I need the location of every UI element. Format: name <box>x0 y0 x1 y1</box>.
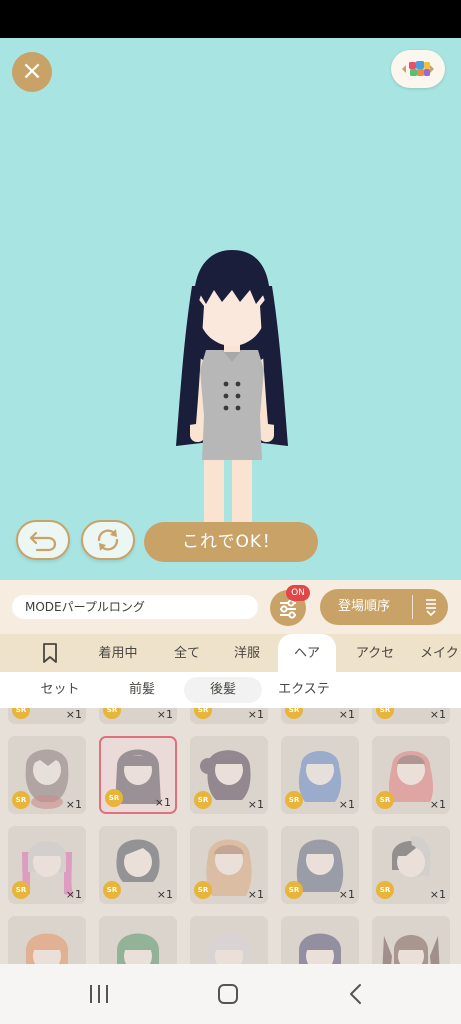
item-card[interactable]: SR ×1 <box>190 708 268 724</box>
item-card[interactable] <box>190 916 268 964</box>
item-quantity: ×1 <box>338 888 355 901</box>
undo-button[interactable] <box>16 520 70 560</box>
item-card[interactable]: SR ×1 <box>99 826 177 904</box>
item-quantity: ×1 <box>429 708 446 721</box>
tab-all[interactable]: 全て <box>160 634 214 672</box>
item-quantity: ×1 <box>338 708 355 721</box>
item-card[interactable] <box>281 916 359 964</box>
item-quantity: ×1 <box>156 888 173 901</box>
category-tabs: 着用中 全て 洋服 ヘア アクセ メイク <box>0 634 461 672</box>
tab-hair[interactable]: ヘア <box>278 634 336 672</box>
home-icon[interactable] <box>216 982 240 1006</box>
reset-button[interactable] <box>81 520 135 560</box>
subtab-extensions[interactable]: エクステ <box>266 677 342 703</box>
subtab-front-hair[interactable]: 前髪 <box>108 677 176 703</box>
avatar-character <box>176 250 288 551</box>
card-dim-overlay <box>281 916 359 964</box>
item-quantity: ×1 <box>429 798 446 811</box>
item-card[interactable]: SR ×1 <box>372 736 450 814</box>
refresh-icon <box>97 529 119 551</box>
subtab-set[interactable]: セット <box>24 677 96 703</box>
item-quantity: ×1 <box>247 798 264 811</box>
outfit-bar: MODEパープルロング ON 登場順序 <box>0 580 461 634</box>
item-card[interactable]: SR ×1 <box>372 826 450 904</box>
item-quantity: ×1 <box>429 888 446 901</box>
item-card[interactable]: SR ×1 <box>99 708 177 724</box>
item-card[interactable]: SR ×1 <box>281 708 359 724</box>
item-card[interactable] <box>99 916 177 964</box>
rarity-badge: SR <box>285 791 303 809</box>
rarity-badge: SR <box>12 881 30 899</box>
avatar-stage: × これでOK！ <box>0 38 461 580</box>
item-card[interactable]: SR ×1 <box>8 736 86 814</box>
close-icon: × <box>21 56 43 86</box>
item-card[interactable] <box>372 916 450 964</box>
card-dim-overlay <box>190 916 268 964</box>
color-palette-icon <box>402 61 434 76</box>
filter-on-badge: ON <box>286 585 310 601</box>
rarity-badge: SR <box>194 708 212 719</box>
rarity-badge: SR <box>12 791 30 809</box>
system-navigation-bar <box>0 964 461 1024</box>
hair-subtabs: セット 前髪 後髪 エクステ <box>0 672 461 708</box>
item-quantity: ×1 <box>338 798 355 811</box>
tab-accessories[interactable]: アクセ <box>344 634 406 672</box>
item-quantity: ×1 <box>65 708 82 721</box>
card-dim-overlay <box>99 916 177 964</box>
bookmark-icon <box>43 643 57 663</box>
tab-clothes[interactable]: 洋服 <box>222 634 272 672</box>
confirm-ok-button[interactable]: これでOK！ <box>144 522 318 562</box>
sort-order-button[interactable]: 登場順序 <box>320 589 448 625</box>
rarity-badge: SR <box>12 708 30 719</box>
rarity-badge: SR <box>105 789 123 807</box>
item-quantity: ×1 <box>154 796 171 809</box>
rarity-badge: SR <box>285 881 303 899</box>
sort-label: 登場順序 <box>338 599 391 614</box>
sort-divider <box>412 595 413 619</box>
item-card[interactable]: SR ×1 <box>190 736 268 814</box>
item-quantity: ×1 <box>156 708 173 721</box>
recent-apps-icon[interactable] <box>86 982 112 1006</box>
subtab-back-hair[interactable]: 後髪 <box>184 677 262 703</box>
tab-bookmark[interactable] <box>28 634 72 672</box>
item-grid: SR ×1 SR ×1 SR ×1 SR ×1 SR ×1 SR ×1 SR ×… <box>0 708 461 964</box>
item-quantity: ×1 <box>247 708 264 721</box>
card-dim-overlay <box>372 916 450 964</box>
item-quantity: ×1 <box>65 888 82 901</box>
item-quantity: ×1 <box>65 798 82 811</box>
back-icon[interactable] <box>346 982 366 1006</box>
rarity-badge: SR <box>376 881 394 899</box>
rarity-badge: SR <box>376 708 394 719</box>
status-bar <box>0 0 461 38</box>
sort-order-icon <box>426 599 436 617</box>
card-dim-overlay <box>8 916 86 964</box>
outfit-name-field[interactable]: MODEパープルロング <box>12 595 258 619</box>
rarity-badge: SR <box>194 881 212 899</box>
rarity-badge: SR <box>285 708 303 719</box>
rarity-badge: SR <box>103 708 121 719</box>
item-card[interactable]: SR ×1 <box>372 708 450 724</box>
rarity-badge: SR <box>103 881 121 899</box>
item-card[interactable]: SR ×1 <box>8 708 86 724</box>
tab-makeup[interactable]: メイク <box>420 634 461 672</box>
item-card[interactable] <box>8 916 86 964</box>
item-card[interactable]: SR ×1 <box>281 736 359 814</box>
close-button[interactable]: × <box>12 52 52 92</box>
item-quantity: ×1 <box>247 888 264 901</box>
undo-icon <box>29 531 57 552</box>
item-card-selected[interactable]: SR ×1 <box>99 736 177 814</box>
item-card[interactable]: SR ×1 <box>190 826 268 904</box>
item-card[interactable]: SR ×1 <box>8 826 86 904</box>
background-color-button[interactable] <box>391 50 445 88</box>
rarity-badge: SR <box>376 791 394 809</box>
tab-wearing[interactable]: 着用中 <box>86 634 150 672</box>
item-card[interactable]: SR ×1 <box>281 826 359 904</box>
rarity-badge: SR <box>194 791 212 809</box>
